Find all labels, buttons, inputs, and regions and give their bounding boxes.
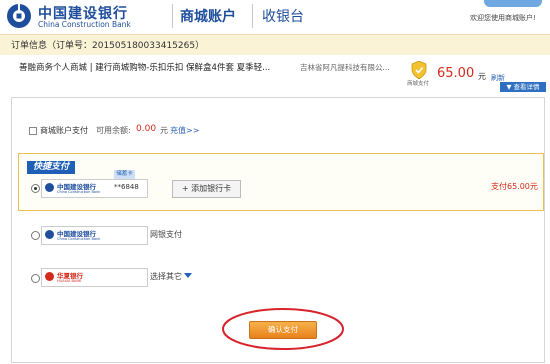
- mall-account-checkbox[interactable]: [29, 127, 37, 135]
- netbank-label: 网银支付: [150, 230, 182, 239]
- chevron-down-icon[interactable]: [184, 273, 192, 278]
- quick-pay-logo: 快捷支付: [27, 161, 75, 174]
- ccb-logo-icon: [45, 230, 54, 239]
- quick-pay-card-radio[interactable]: [31, 184, 40, 193]
- cashier-title: 收银台: [262, 9, 304, 25]
- recharge-link[interactable]: 充值>>: [170, 125, 199, 136]
- amount-unit: 元: [478, 72, 486, 81]
- order-amount: 65.00: [437, 66, 475, 81]
- top-tab-button[interactable]: [484, 0, 542, 7]
- ccb-netbank-option[interactable]: 中国建设银行 China Construction Bank: [41, 226, 148, 245]
- card-type-badge: 储蓄卡: [114, 170, 135, 179]
- select-other-bank[interactable]: 选择其它: [150, 271, 182, 282]
- ccb-logo-icon: [45, 183, 54, 192]
- shield-icon: [411, 61, 427, 79]
- balance-label: 可用余额:: [96, 126, 131, 135]
- header-divider: [252, 4, 253, 28]
- card-number: **6848: [114, 183, 139, 191]
- ccb-mini-en: China Construction Bank: [57, 237, 101, 241]
- huaxia-radio[interactable]: [31, 274, 40, 283]
- add-bank-card-button[interactable]: + 添加银行卡: [172, 180, 241, 198]
- balance-unit: 元: [160, 126, 168, 135]
- quick-pay-amount: 支付65.00元: [491, 182, 538, 191]
- header-divider: [172, 4, 173, 28]
- ccb-netbank-radio[interactable]: [31, 231, 40, 240]
- bank-name-en: China Construction Bank: [38, 20, 131, 29]
- huaxia-mini-en: HUAXIA BANK: [57, 279, 82, 283]
- order-number: 订单信息（订单号：20150518003341​5265）: [11, 41, 205, 51]
- view-details-button[interactable]: ▼ 查看详情: [500, 82, 546, 92]
- mall-account-pay-label: 商城账户支付: [40, 126, 88, 135]
- mall-account-title: 商城账户: [180, 9, 236, 25]
- huaxia-logo-icon: [45, 272, 54, 281]
- ccb-mini-en: China Construction Bank: [57, 190, 101, 194]
- welcome-text: 欢迎您使用商城账户!: [470, 14, 536, 22]
- merchant-name: 吉林省阿凡提科技有限公...: [300, 63, 390, 72]
- order-description: 善融商务个人商城 | 建行商城购物-乐扣乐扣 保鲜盒4件套 夏季轻...: [19, 63, 271, 73]
- shield-label: 商城支付: [407, 81, 430, 87]
- highlight-ellipse: [222, 308, 344, 350]
- huaxia-bank-option[interactable]: 华夏银行 HUAXIA BANK: [41, 268, 148, 287]
- ccb-logo-icon: [7, 3, 31, 28]
- balance-value: 0.00: [136, 124, 157, 134]
